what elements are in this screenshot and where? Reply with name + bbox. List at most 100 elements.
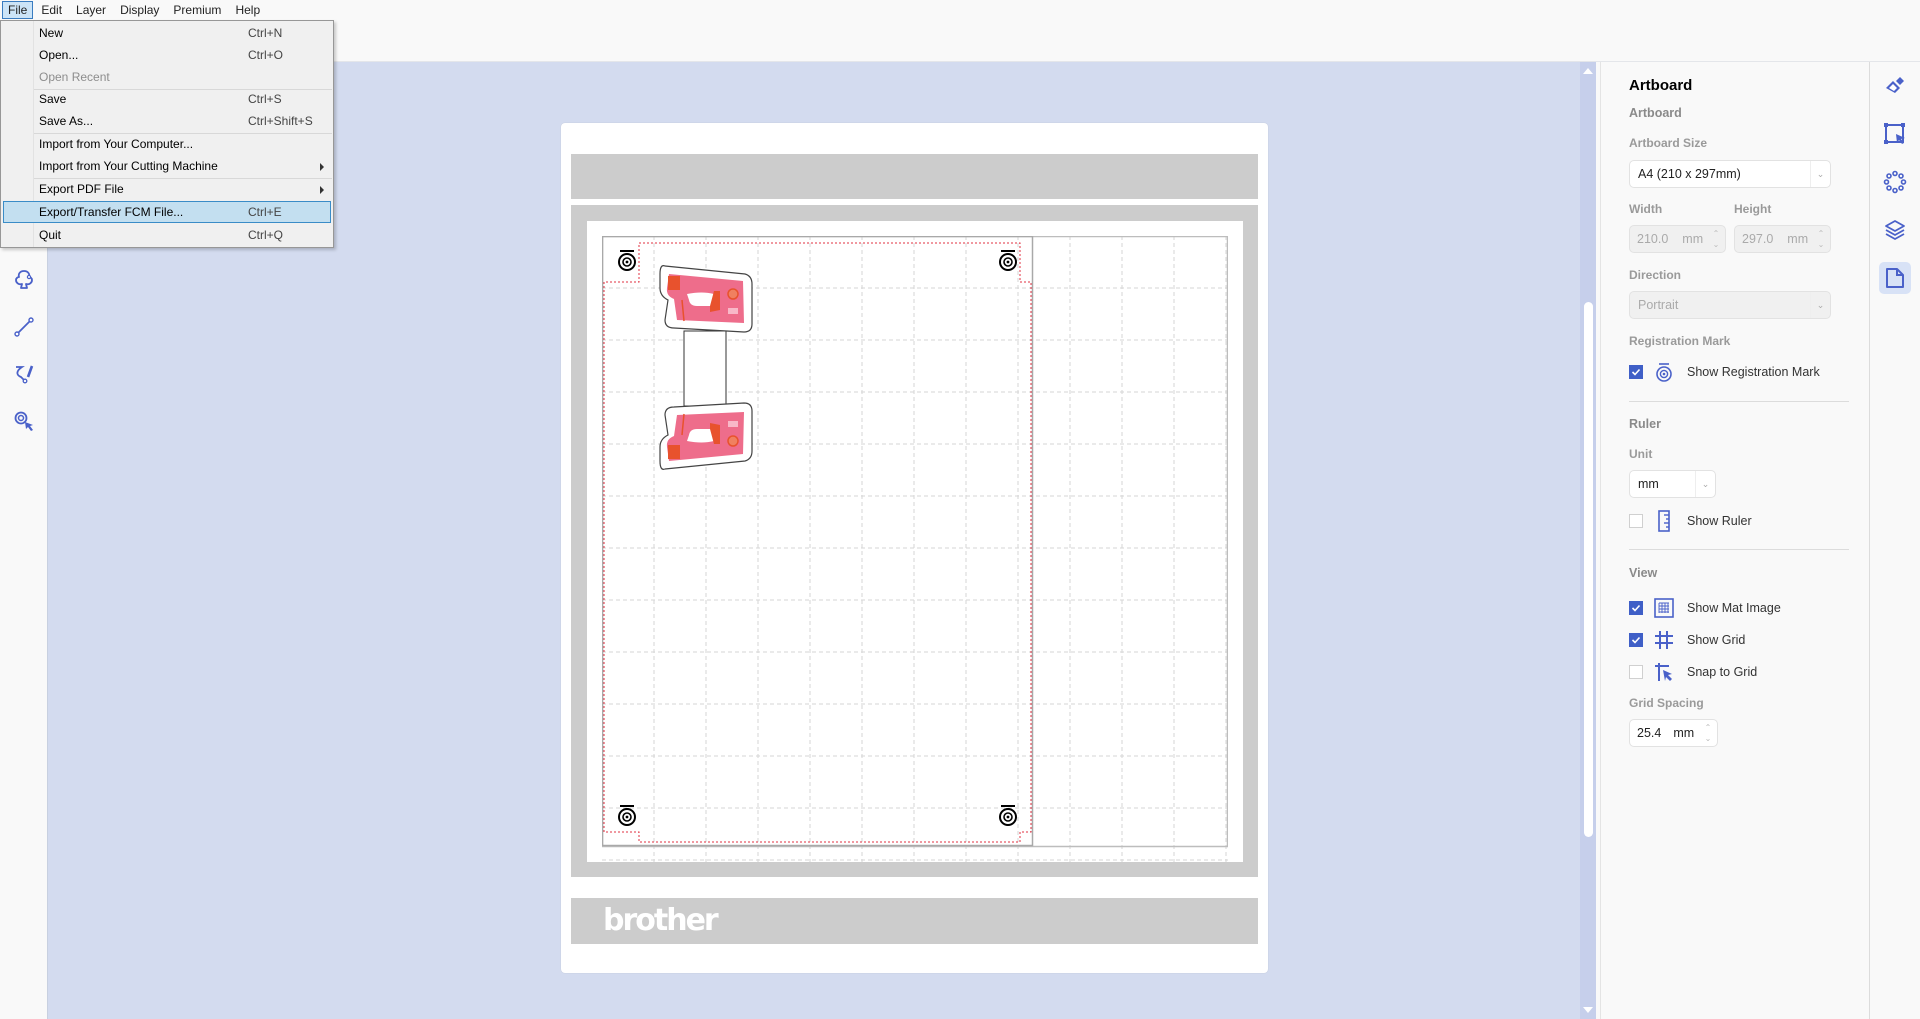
section-view-heading: View (1629, 566, 1658, 580)
line-icon (14, 317, 34, 337)
menu-item-export-transfer-fcm[interactable]: Export/Transfer FCM File... Ctrl+E (3, 201, 331, 223)
show-grid-checkbox[interactable] (1629, 633, 1643, 647)
show-registration-mark-label: Show Registration Mark (1687, 365, 1820, 379)
artboard-size-value: A4 (210 x 297mm) (1638, 167, 1741, 181)
show-grid-row[interactable]: Show Grid (1629, 630, 1745, 650)
registration-mark-label: Registration Mark (1629, 334, 1731, 348)
show-ruler-label: Show Ruler (1687, 514, 1752, 528)
menu-item-shortcut: Ctrl+N (248, 26, 283, 40)
snap-to-grid-checkbox[interactable] (1629, 665, 1643, 679)
grid-spacing-spinner[interactable]: ⌃ ⌄ (1702, 723, 1714, 743)
width-input[interactable]: 210.0 mm ⌃ ⌄ (1629, 225, 1726, 253)
menu-item-label: Import from Your Computer... (39, 137, 194, 151)
menu-item-shortcut: Ctrl+S (248, 92, 282, 106)
direction-value: Portrait (1638, 298, 1679, 312)
scroll-up-arrow-icon[interactable] (1583, 68, 1593, 74)
menu-item-label: Export/Transfer FCM File... (39, 205, 184, 219)
menu-display[interactable]: Display (114, 1, 165, 19)
canvas-vertical-scrollbar[interactable] (1580, 62, 1596, 1019)
menu-item-quit[interactable]: Quit Ctrl+Q (3, 224, 331, 246)
direction-label: Direction (1629, 268, 1682, 282)
menu-item-open[interactable]: Open... Ctrl+O (3, 44, 331, 66)
menu-item-export-pdf[interactable]: Export PDF File (3, 178, 331, 200)
grid-spacing-input[interactable]: 25.4 mm ⌃ ⌄ (1629, 719, 1718, 747)
freehand-tool-button[interactable] (10, 360, 38, 388)
snap-to-grid-icon (1653, 661, 1675, 683)
grid-spacing-unit: mm (1673, 726, 1695, 740)
file-menu-dropdown: New Ctrl+N Open... Ctrl+O Open Recent Save… (0, 20, 334, 248)
sewing-machine-image-bottom (659, 402, 753, 470)
registration-mark-bottom-left (618, 805, 636, 826)
snap-to-grid-row[interactable]: Snap to Grid (1629, 662, 1757, 682)
section-divider (1629, 549, 1849, 550)
pick-target-icon (14, 411, 33, 431)
menu-item-shortcut: Ctrl+E (248, 205, 282, 219)
cutting-mat: brother (561, 123, 1268, 973)
mat-bottom-bar: brother (571, 898, 1258, 944)
scrollbar-thumb[interactable] (1584, 302, 1593, 837)
menu-item-shortcut: Ctrl+Shift+S (248, 114, 313, 128)
mat-frame (571, 205, 1258, 877)
width-label: Width (1629, 202, 1663, 216)
right-panel-tabs (1870, 62, 1920, 1019)
height-unit: mm (1787, 232, 1809, 246)
show-mat-image-checkbox[interactable] (1629, 601, 1643, 615)
artboard-page-icon (1886, 268, 1904, 288)
unit-value: mm (1638, 477, 1659, 491)
show-mat-image-label: Show Mat Image (1687, 601, 1781, 615)
mat-grid (602, 236, 1228, 862)
chevron-down-icon: ⌄ (1810, 161, 1830, 187)
artboard-tab[interactable] (1879, 262, 1911, 294)
freehand-pen-icon (16, 365, 34, 384)
submenu-arrow-icon (320, 186, 324, 194)
show-registration-mark-checkbox[interactable] (1629, 365, 1643, 379)
printable-area-outline (603, 242, 1032, 843)
paint-brush-tab[interactable] (1879, 70, 1911, 102)
menu-help[interactable]: Help (229, 1, 266, 19)
artboard-size-dropdown[interactable]: A4 (210 x 297mm) ⌄ (1629, 160, 1831, 188)
transform-tab[interactable] (1879, 118, 1911, 150)
menu-item-open-recent: Open Recent (3, 66, 331, 88)
menu-item-import-computer[interactable]: Import from Your Computer... (3, 133, 331, 155)
menu-item-import-cutting-machine[interactable]: Import from Your Cutting Machine (3, 155, 331, 177)
artboard-size-label: Artboard Size (1629, 136, 1708, 150)
width-spinner[interactable]: ⌃ ⌄ (1710, 229, 1722, 249)
height-spinner[interactable]: ⌃ ⌄ (1815, 229, 1827, 249)
shape-tool-button[interactable] (10, 266, 38, 294)
unit-dropdown[interactable]: mm ⌄ (1629, 470, 1716, 498)
menu-item-label: Save As... (39, 114, 94, 128)
sewing-machine-sticker-object[interactable] (659, 265, 753, 470)
menu-item-label: Open Recent (39, 70, 110, 84)
pick-tool-button[interactable] (10, 407, 38, 435)
checkmark-icon (1631, 604, 1641, 612)
menu-item-label: Import from Your Cutting Machine (39, 159, 218, 173)
arrange-tab[interactable] (1879, 166, 1911, 198)
show-mat-image-row[interactable]: Show Mat Image (1629, 598, 1781, 618)
menu-item-label: Export PDF File (39, 182, 124, 196)
show-ruler-checkbox[interactable] (1629, 514, 1643, 528)
menu-premium[interactable]: Premium (167, 1, 227, 19)
menu-item-save-as[interactable]: Save As... Ctrl+Shift+S (3, 110, 331, 132)
grid-icon (1653, 629, 1675, 651)
direction-dropdown[interactable]: Portrait ⌄ (1629, 291, 1831, 319)
show-registration-mark-row[interactable]: Show Registration Mark (1629, 362, 1820, 382)
height-input[interactable]: 297.0 mm ⌃ ⌄ (1734, 225, 1831, 253)
registration-mark-top-left (618, 250, 636, 271)
menu-edit[interactable]: Edit (35, 1, 68, 19)
shape-club-icon (15, 270, 33, 289)
menu-item-label: Save (39, 92, 67, 106)
submenu-arrow-icon (320, 163, 324, 171)
line-tool-button[interactable] (10, 313, 38, 341)
unit-label: Unit (1629, 447, 1653, 461)
layers-tab[interactable] (1879, 214, 1911, 246)
artboard-boundary (602, 236, 1034, 847)
menu-layer[interactable]: Layer (70, 1, 112, 19)
show-ruler-row[interactable]: Show Ruler (1629, 510, 1752, 532)
registration-mark-bottom-right (999, 805, 1017, 826)
menu-file[interactable]: File (2, 1, 34, 19)
scroll-down-arrow-icon[interactable] (1583, 1007, 1593, 1013)
menu-item-save[interactable]: Save Ctrl+S (3, 88, 331, 110)
height-label: Height (1734, 202, 1772, 216)
menu-item-new[interactable]: New Ctrl+N (3, 22, 331, 44)
width-unit: mm (1682, 232, 1704, 246)
